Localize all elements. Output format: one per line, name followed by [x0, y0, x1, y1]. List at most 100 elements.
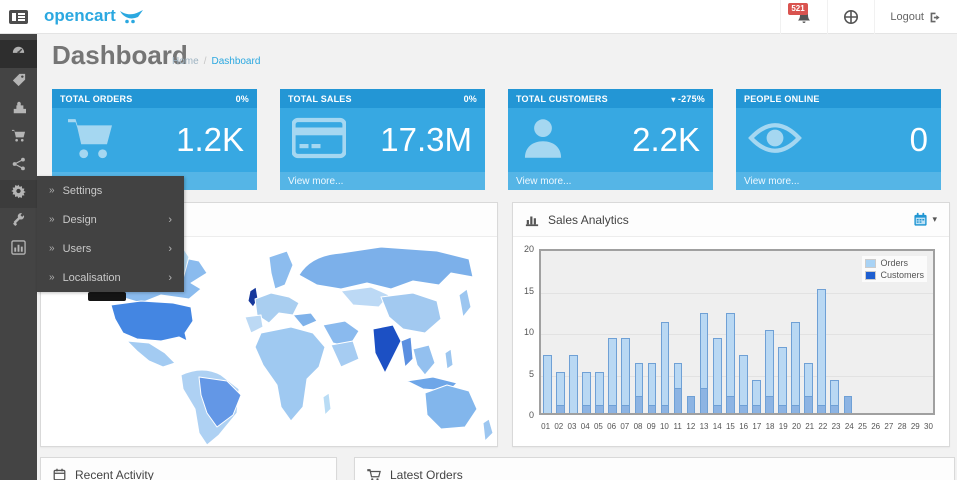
- y-axis-label: 10: [513, 327, 534, 337]
- stat-tile-total-sales: TOTAL SALES 0% 17.3M View more...: [280, 89, 485, 190]
- sidebar-item-marketing[interactable]: [0, 152, 37, 180]
- x-axis-label: 16: [737, 422, 750, 431]
- tile-title: TOTAL CUSTOMERS: [516, 94, 608, 104]
- x-axis-label: 11: [671, 422, 684, 431]
- submenu-item-design[interactable]: »Design›: [37, 205, 184, 234]
- breadcrumb: Home / Dashboard: [172, 56, 260, 67]
- tile-view-more-link[interactable]: View more...: [736, 172, 941, 190]
- chart-slot-06: [606, 251, 619, 413]
- x-axis-label: 28: [895, 422, 908, 431]
- stat-tile-total-orders: TOTAL ORDERS0%1.2KView more...: [52, 89, 257, 190]
- tile-header: TOTAL CUSTOMERS▾ -275%: [508, 89, 713, 108]
- breadcrumb-current[interactable]: Dashboard: [211, 56, 260, 67]
- tile-value: 0: [910, 121, 928, 159]
- sign-out-icon: [929, 11, 942, 24]
- notifications-badge: 521: [788, 3, 807, 15]
- bar-chart-icon: [11, 240, 26, 260]
- wrench-icon: [12, 213, 26, 232]
- submenu-item-label: Design: [63, 214, 97, 226]
- sidebar-item-dashboard[interactable]: [0, 40, 37, 68]
- submenu-item-users[interactable]: »Users›: [37, 234, 184, 263]
- tile-view-more-link[interactable]: View more...: [280, 172, 485, 190]
- chart-slot-02: [554, 251, 567, 413]
- tile-percent: 0%: [236, 94, 249, 104]
- tag-icon: [12, 73, 26, 92]
- tile-view-more-link[interactable]: View more...: [508, 172, 713, 190]
- breadcrumb-separator: /: [204, 56, 207, 67]
- sidebar-item-extensions[interactable]: [0, 96, 37, 124]
- x-axis-label: 19: [777, 422, 790, 431]
- logout-button[interactable]: Logout: [874, 0, 957, 34]
- x-axis-label: 26: [869, 422, 882, 431]
- chart-slot-21: [802, 251, 815, 413]
- submenu-item-settings[interactable]: »Settings: [37, 176, 184, 205]
- tile-value: 1.2K: [176, 121, 244, 159]
- tile-value: 2.2K: [632, 121, 700, 159]
- tile-percent: 0%: [464, 94, 477, 104]
- calendar-icon: [913, 212, 928, 227]
- tile-value: 17.3M: [380, 121, 472, 159]
- chart-slot-18: [763, 251, 776, 413]
- stat-tile-total-customers: TOTAL CUSTOMERS▾ -275%2.2KView more...: [508, 89, 713, 190]
- puzzle-icon: [12, 101, 26, 120]
- sales-bar-chart: OrdersCustomers0510152001020304050607080…: [513, 237, 949, 446]
- x-axis-label: 14: [711, 422, 724, 431]
- submenu-item-localisation[interactable]: »Localisation›: [37, 263, 184, 292]
- sidebar-item-reports[interactable]: [0, 236, 37, 264]
- tachometer-icon: [11, 44, 26, 64]
- caret-down-icon: ▾: [671, 95, 678, 104]
- chevron-right-icon: ›: [168, 272, 172, 284]
- chart-slot-10: [659, 251, 672, 413]
- page-title: Dashboard: [52, 40, 188, 71]
- chart-slot-03: [567, 251, 580, 413]
- tile-title: TOTAL SALES: [288, 94, 352, 104]
- tile-header: PEOPLE ONLINE: [736, 89, 941, 108]
- recent-activity-header: Recent Activity: [41, 458, 336, 480]
- tile-title: TOTAL ORDERS: [60, 94, 132, 104]
- chart-slot-05: [593, 251, 606, 413]
- x-axis-label: 22: [816, 422, 829, 431]
- menu-toggle-icon: [9, 10, 28, 24]
- chart-slot-01: [541, 251, 554, 413]
- chart-slot-22: [815, 251, 828, 413]
- share-icon: [12, 157, 26, 176]
- chart-slot-13: [698, 251, 711, 413]
- notifications-button[interactable]: 521: [780, 0, 827, 34]
- chart-slot-14: [711, 251, 724, 413]
- x-axis-label: 25: [856, 422, 869, 431]
- chart-slot-09: [646, 251, 659, 413]
- chart-slot-20: [789, 251, 802, 413]
- cart-icon: [11, 128, 26, 148]
- sidebar-item-system[interactable]: [0, 180, 37, 208]
- x-axis-label: 09: [645, 422, 658, 431]
- sidebar-item-sales[interactable]: [0, 124, 37, 152]
- tile-body: 0: [736, 108, 941, 172]
- gear-icon: [11, 184, 26, 204]
- chart-slot-07: [619, 251, 632, 413]
- tile-title: PEOPLE ONLINE: [744, 94, 820, 104]
- recent-activity-title: Recent Activity: [75, 468, 154, 480]
- language-button[interactable]: [827, 0, 874, 34]
- x-axis-label: 18: [763, 422, 776, 431]
- submenu-tooltip-stub: [88, 292, 126, 301]
- sidebar-item-tools[interactable]: [0, 208, 37, 236]
- chart-slot-19: [776, 251, 789, 413]
- submenu-item-label: Localisation: [63, 272, 121, 284]
- menu-toggle-button[interactable]: [0, 0, 37, 33]
- logout-label: Logout: [890, 11, 924, 23]
- y-axis-label: 0: [513, 410, 534, 420]
- user-icon: [520, 115, 566, 166]
- sidebar-item-catalog[interactable]: [0, 68, 37, 96]
- y-axis-label: 20: [513, 244, 534, 254]
- x-axis-label: 15: [724, 422, 737, 431]
- tile-body: 1.2K: [52, 108, 257, 172]
- x-axis-label: 08: [631, 422, 644, 431]
- date-range-button[interactable]: ▾: [913, 212, 937, 227]
- x-axis-label: 03: [565, 422, 578, 431]
- chart-slot-24: [841, 251, 854, 413]
- x-axis-label: 24: [843, 422, 856, 431]
- breadcrumb-home-link[interactable]: Home: [172, 56, 199, 67]
- opencart-logo[interactable]: opencart: [44, 6, 145, 26]
- tile-body: 17.3M: [280, 108, 485, 172]
- recent-activity-panel: Recent Activity: [40, 457, 337, 480]
